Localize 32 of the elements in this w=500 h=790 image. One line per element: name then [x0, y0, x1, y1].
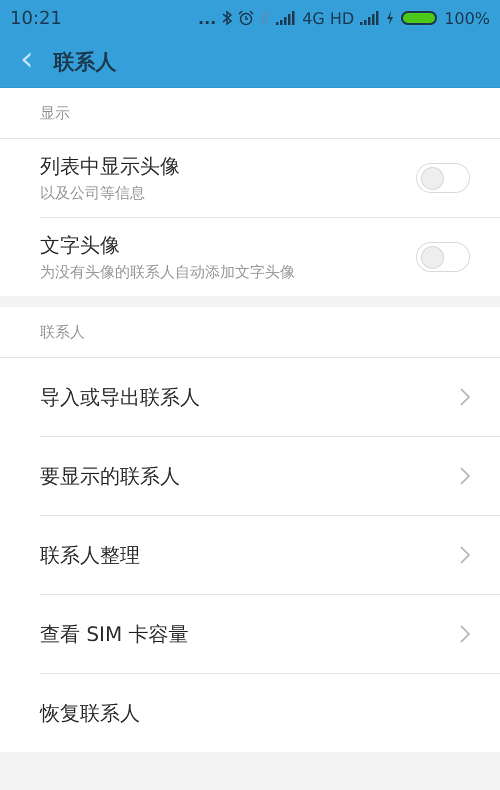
- alarm-icon: [238, 10, 254, 26]
- row-title: 联系人整理: [40, 542, 140, 568]
- settings-row[interactable]: 导入或导出联系人: [40, 358, 500, 437]
- settings-row[interactable]: 查看 SIM 卡容量: [40, 595, 500, 674]
- row-title: 查看 SIM 卡容量: [40, 620, 189, 648]
- row-title: 恢复联系人: [40, 700, 140, 726]
- charging-icon: [386, 11, 394, 25]
- settings-row[interactable]: 联系人整理: [40, 516, 500, 595]
- section-header: 显示: [0, 88, 500, 139]
- notification-dots: ...: [198, 8, 216, 28]
- page-title: 联系人: [54, 49, 117, 76]
- signal-icon: [276, 11, 296, 25]
- row-subtitle: 以及公司等信息: [40, 184, 146, 203]
- row-subtitle: 为没有头像的联系人自动添加文字头像: [40, 263, 295, 282]
- data-arrows-icon: [260, 11, 270, 25]
- row-title: 文字头像: [40, 232, 121, 259]
- bluetooth-icon: [222, 10, 232, 26]
- toggle-switch[interactable]: [416, 242, 470, 272]
- settings-row[interactable]: 要显示的联系人: [40, 437, 500, 516]
- settings-row[interactable]: 列表中显示头像 以及公司等信息: [40, 139, 500, 218]
- toggle-switch[interactable]: [416, 163, 470, 193]
- row-title: 要显示的联系人: [40, 462, 180, 490]
- row-title: 列表中显示头像: [40, 153, 180, 180]
- network-label: 4G HD: [302, 8, 354, 28]
- signal-icon: [360, 11, 380, 25]
- clock-time: 10:21: [10, 8, 62, 28]
- settings-row[interactable]: 文字头像 为没有头像的联系人自动添加文字头像: [40, 218, 500, 296]
- settings-row[interactable]: 恢复联系人: [40, 674, 500, 752]
- battery-percent: 100%: [444, 8, 490, 28]
- battery-icon: [400, 10, 438, 26]
- row-title: 导入或导出联系人: [40, 384, 200, 410]
- section-header: 联系人: [0, 307, 500, 358]
